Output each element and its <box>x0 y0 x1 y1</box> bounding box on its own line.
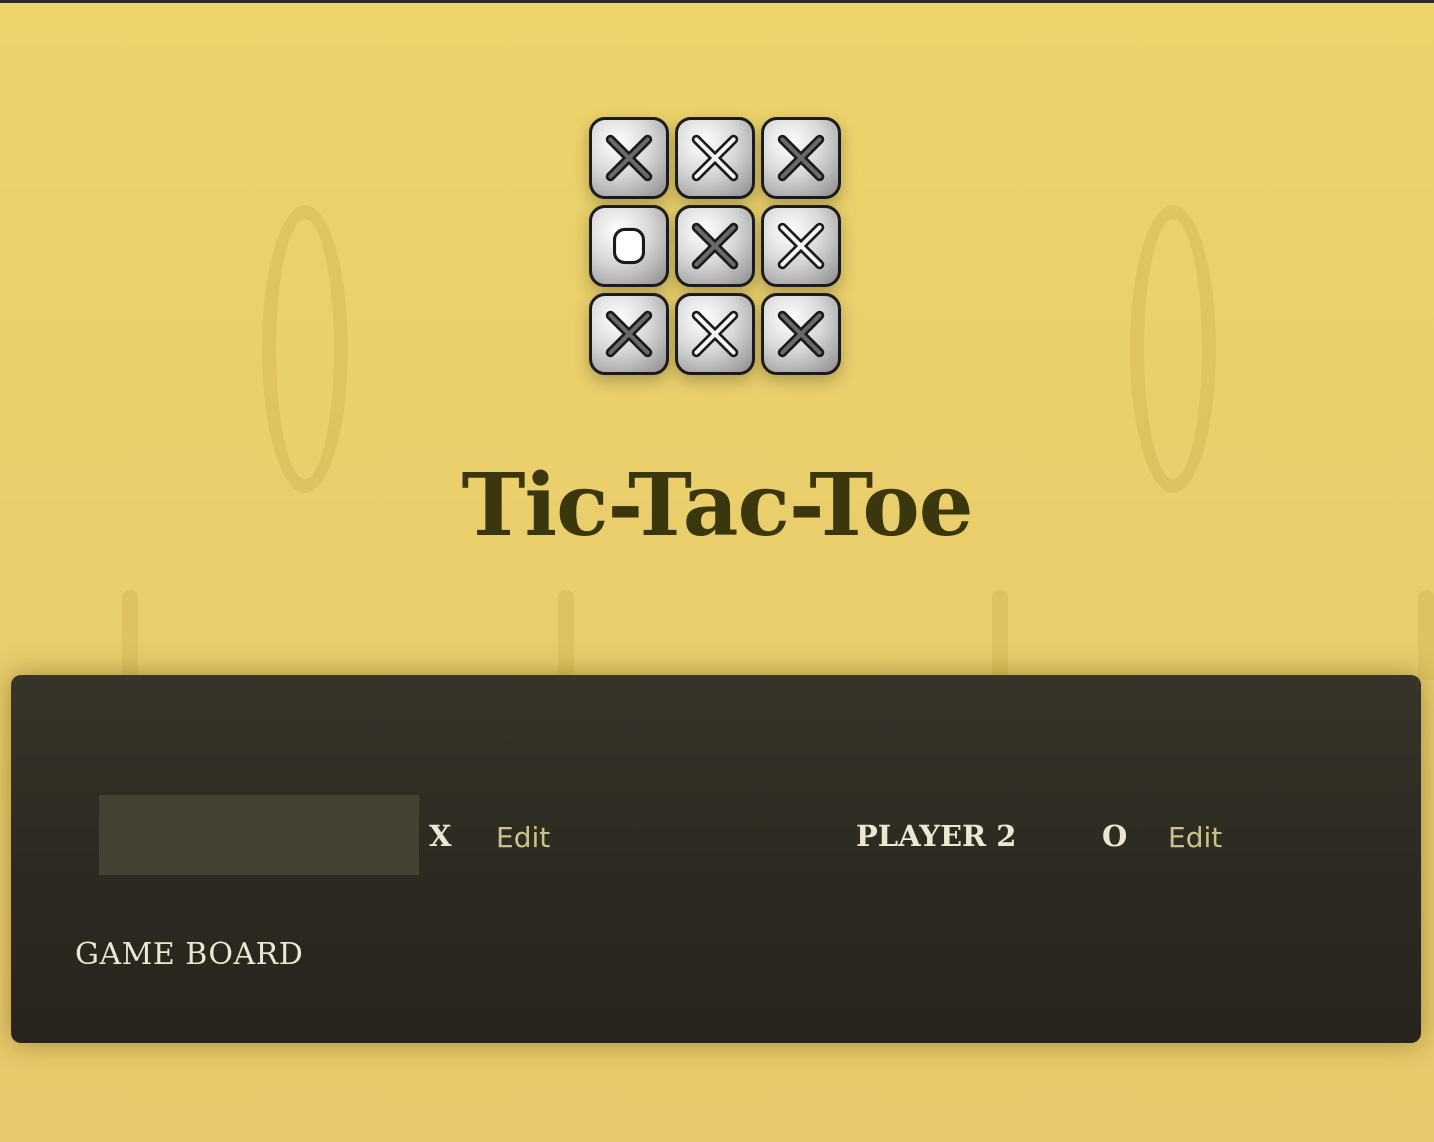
logo-tile <box>589 117 669 199</box>
x-mark-icon <box>691 134 739 182</box>
game-board-heading: GAME BOARD <box>75 937 304 972</box>
logo-tile <box>761 205 841 287</box>
logo-tile <box>675 205 755 287</box>
background-mark <box>558 590 574 680</box>
background-mark <box>1418 590 1434 680</box>
o-mark-icon <box>612 227 646 265</box>
logo-tile <box>761 293 841 375</box>
logo-tile <box>589 205 669 287</box>
x-mark-icon <box>777 134 825 182</box>
x-mark-icon <box>605 310 653 358</box>
game-logo <box>589 117 843 389</box>
player-1-edit-button[interactable]: Edit <box>496 821 550 854</box>
player-1-name-input[interactable] <box>99 795 419 875</box>
x-mark-icon <box>777 310 825 358</box>
logo-tile <box>675 117 755 199</box>
player-1-symbol: X <box>429 819 452 853</box>
x-mark-icon <box>691 310 739 358</box>
background-mark <box>992 590 1008 680</box>
player-2-edit-button[interactable]: Edit <box>1168 821 1222 854</box>
player-2-symbol: O <box>1102 819 1128 853</box>
background-ring-left <box>262 205 348 493</box>
player-2-name: PLAYER 2 <box>856 819 1017 853</box>
logo-tile <box>589 293 669 375</box>
x-mark-icon <box>691 222 739 270</box>
game-container: X Edit PLAYER 2 O Edit GAME BOARD <box>11 675 1421 1043</box>
background-mark <box>122 590 138 680</box>
top-border <box>0 0 1434 3</box>
x-mark-icon <box>605 134 653 182</box>
background-ring-right <box>1130 205 1216 493</box>
x-mark-icon <box>777 222 825 270</box>
logo-tile <box>761 117 841 199</box>
logo-tile <box>675 293 755 375</box>
page-title: Tic-Tac-Toe <box>461 455 973 556</box>
